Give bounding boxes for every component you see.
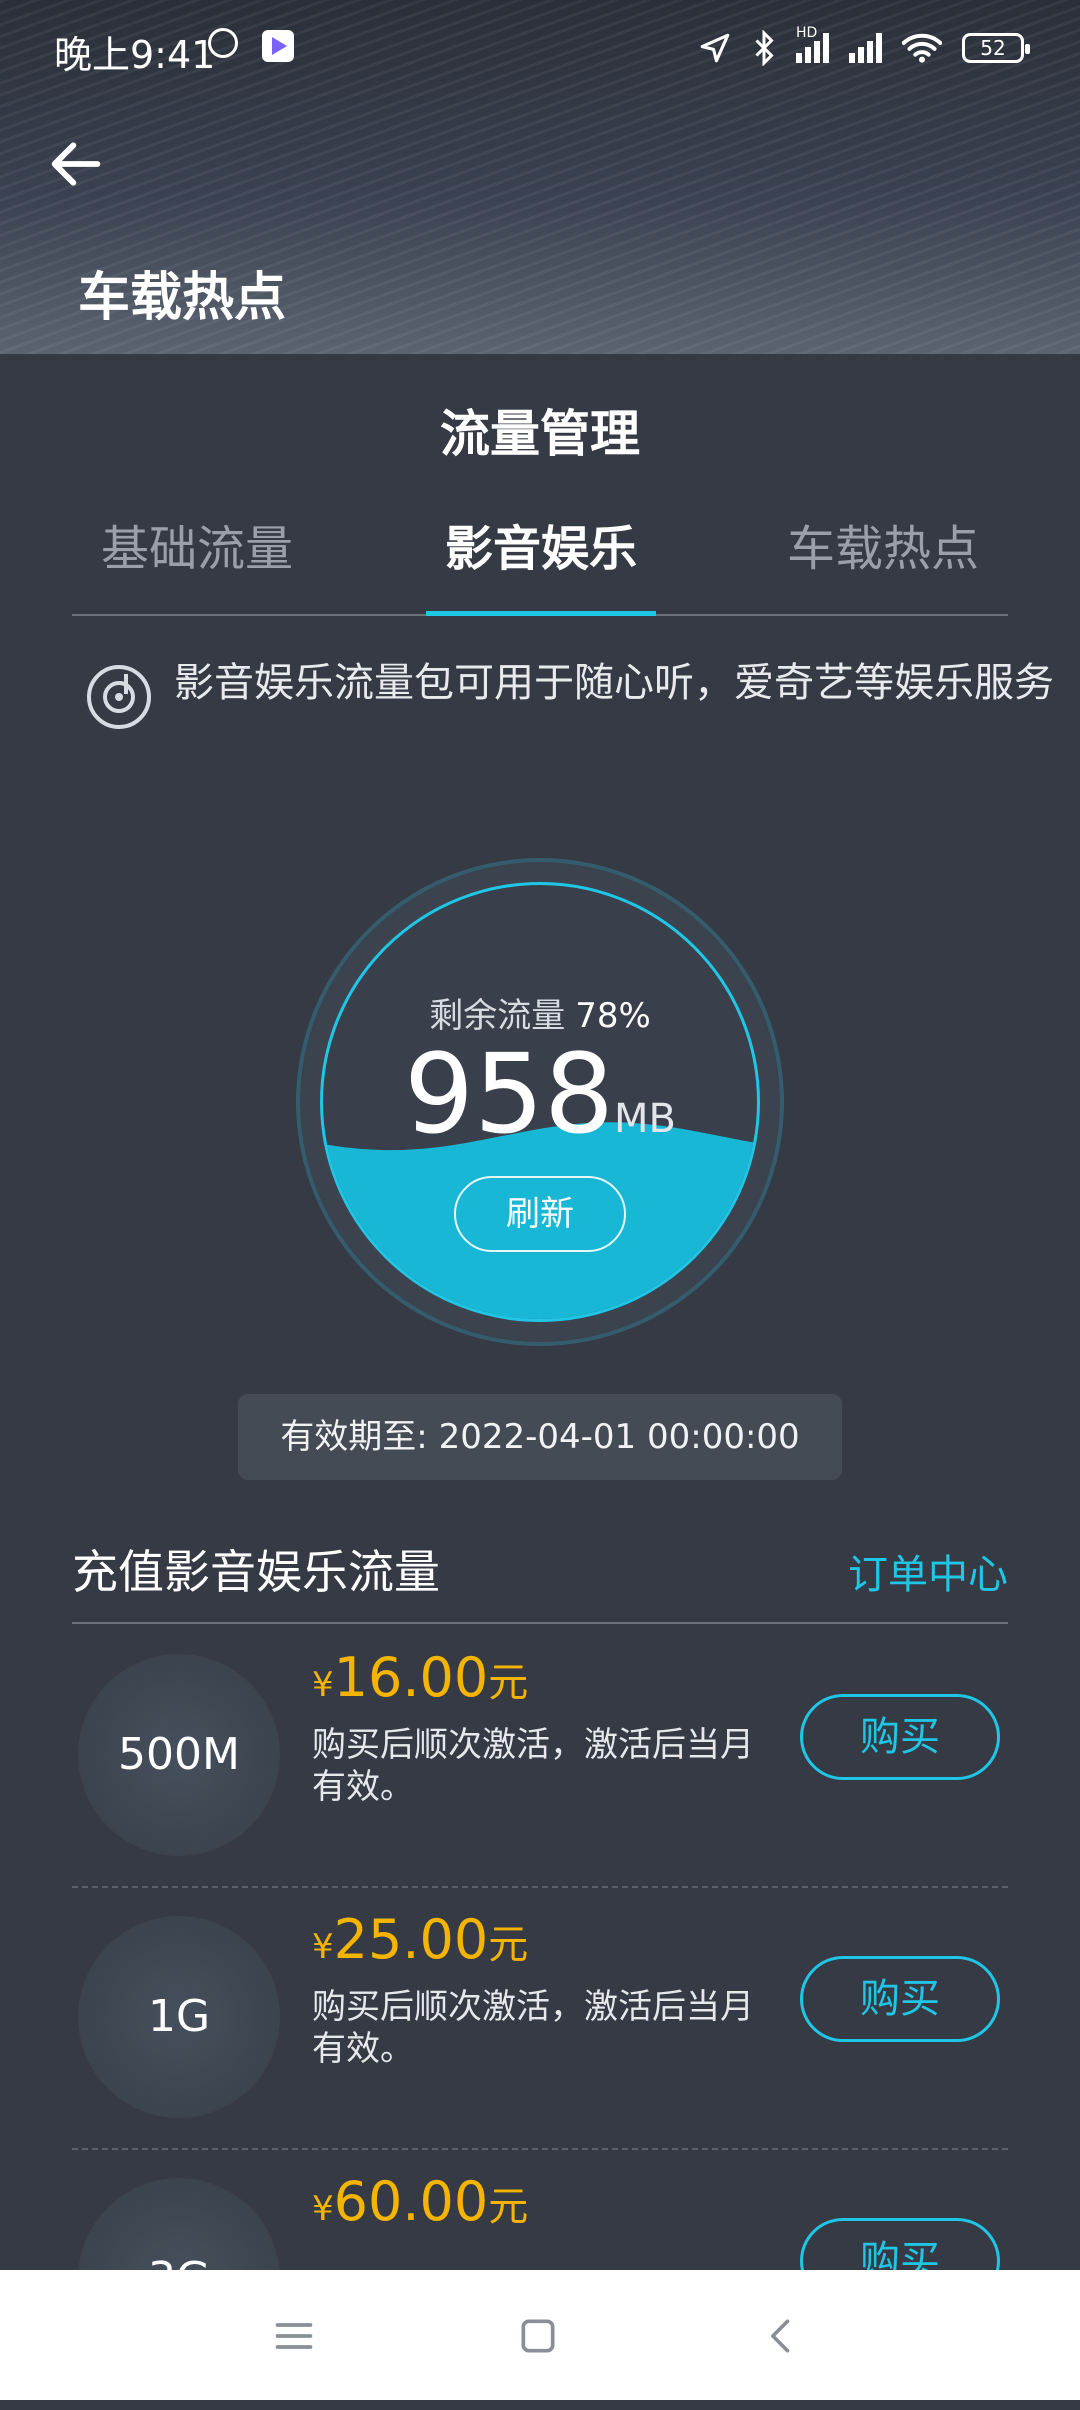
play-app-icon: [262, 30, 294, 62]
gauge-value-number: 958: [404, 1030, 614, 1158]
notice-text: 影音娱乐流量包可用于随心听，爱奇艺等娱乐服务: [174, 660, 1054, 706]
menu-icon[interactable]: [272, 2314, 316, 2358]
price-unit: 元: [488, 1922, 529, 1968]
plan-size-badge: 500M: [78, 1654, 280, 1856]
price-unit: 元: [488, 2184, 529, 2230]
arrow-left-icon[interactable]: [44, 132, 108, 196]
signal-icon: [849, 33, 882, 63]
header-title: 车载热点: [78, 268, 287, 328]
tab-label: 车载热点: [786, 521, 979, 577]
header-banner: 晚上9:41 HD 52 车载热点: [0, 0, 1080, 354]
plan-description: 购买后顺次激活，激活后当月有效。: [312, 1725, 754, 1807]
gauge-unit: MB: [614, 1096, 676, 1142]
gauge-value: 958MB: [296, 1034, 784, 1179]
signal-icon-hd: HD: [796, 25, 829, 63]
bluetooth-icon: [755, 30, 774, 66]
tab-label: 影音娱乐: [444, 521, 637, 577]
currency-symbol: ¥: [312, 2189, 334, 2229]
plan-price: ¥60.00元: [312, 2170, 528, 2233]
tab-basic-data[interactable]: 基础流量: [72, 504, 322, 614]
price-unit: 元: [488, 1660, 529, 1706]
section-header: 充值影音娱乐流量 订单中心: [72, 1522, 1008, 1624]
system-nav-bar: [0, 2270, 1080, 2400]
back-chevron-icon[interactable]: [760, 2314, 804, 2358]
battery-icon: 52: [962, 33, 1030, 63]
status-time: 晚上9:41: [54, 33, 216, 77]
main-content: 流量管理 基础流量 影音娱乐 车载热点 影音娱乐流量包可用于随心听，爱奇艺等娱乐…: [0, 354, 1080, 2380]
tab-media-entertainment[interactable]: 影音娱乐: [416, 504, 666, 616]
status-icons: HD 52: [698, 24, 1030, 72]
order-center-link[interactable]: 订单中心: [848, 1542, 1008, 1600]
plan-description: 购买后顺次激活，激活后当月有效。: [312, 1987, 754, 2069]
page-title: 流量管理: [440, 405, 640, 463]
plan-item: 500M ¥16.00元 购买后顺次激活，激活后当月有效。 购买: [72, 1624, 1008, 1888]
plan-size-badge: 1G: [78, 1916, 280, 2118]
price-value: 60.00: [333, 2170, 489, 2233]
hd-label: HD: [796, 25, 818, 41]
currency-symbol: ¥: [312, 1927, 334, 1967]
home-square-icon[interactable]: [516, 2314, 560, 2358]
tab-active-indicator: [426, 611, 656, 616]
status-bar: 晚上9:41 HD 52: [0, 0, 1080, 100]
buy-button[interactable]: 购买: [800, 1956, 1000, 2042]
price-value: 16.00: [333, 1646, 489, 1709]
data-gauge: 剩余流量 78% 958MB 刷新: [296, 858, 784, 1346]
plan-price: ¥16.00元: [312, 1646, 528, 1709]
section-title: 充值影音娱乐流量: [72, 1545, 440, 1599]
tab-car-hotspot[interactable]: 车载热点: [758, 504, 1008, 614]
location-arrow-icon: [700, 33, 730, 63]
currency-symbol: ¥: [312, 1665, 334, 1705]
price-value: 25.00: [333, 1908, 489, 1971]
battery-level: 52: [980, 36, 1006, 60]
tab-label: 基础流量: [100, 521, 293, 577]
tab-bar: 基础流量 影音娱乐 车载热点: [72, 504, 1008, 616]
plan-price: ¥25.00元: [312, 1908, 528, 1971]
buy-button[interactable]: 购买: [800, 1694, 1000, 1780]
alarm-icon: [208, 28, 238, 58]
plan-item: 1G ¥25.00元 购买后顺次激活，激活后当月有效。 购买: [72, 1886, 1008, 2150]
music-disc-icon: [87, 665, 151, 729]
refresh-button[interactable]: 刷新: [454, 1176, 626, 1252]
validity-date: 有效期至: 2022-04-01 00:00:00: [238, 1394, 842, 1480]
wifi-icon: [902, 33, 942, 63]
